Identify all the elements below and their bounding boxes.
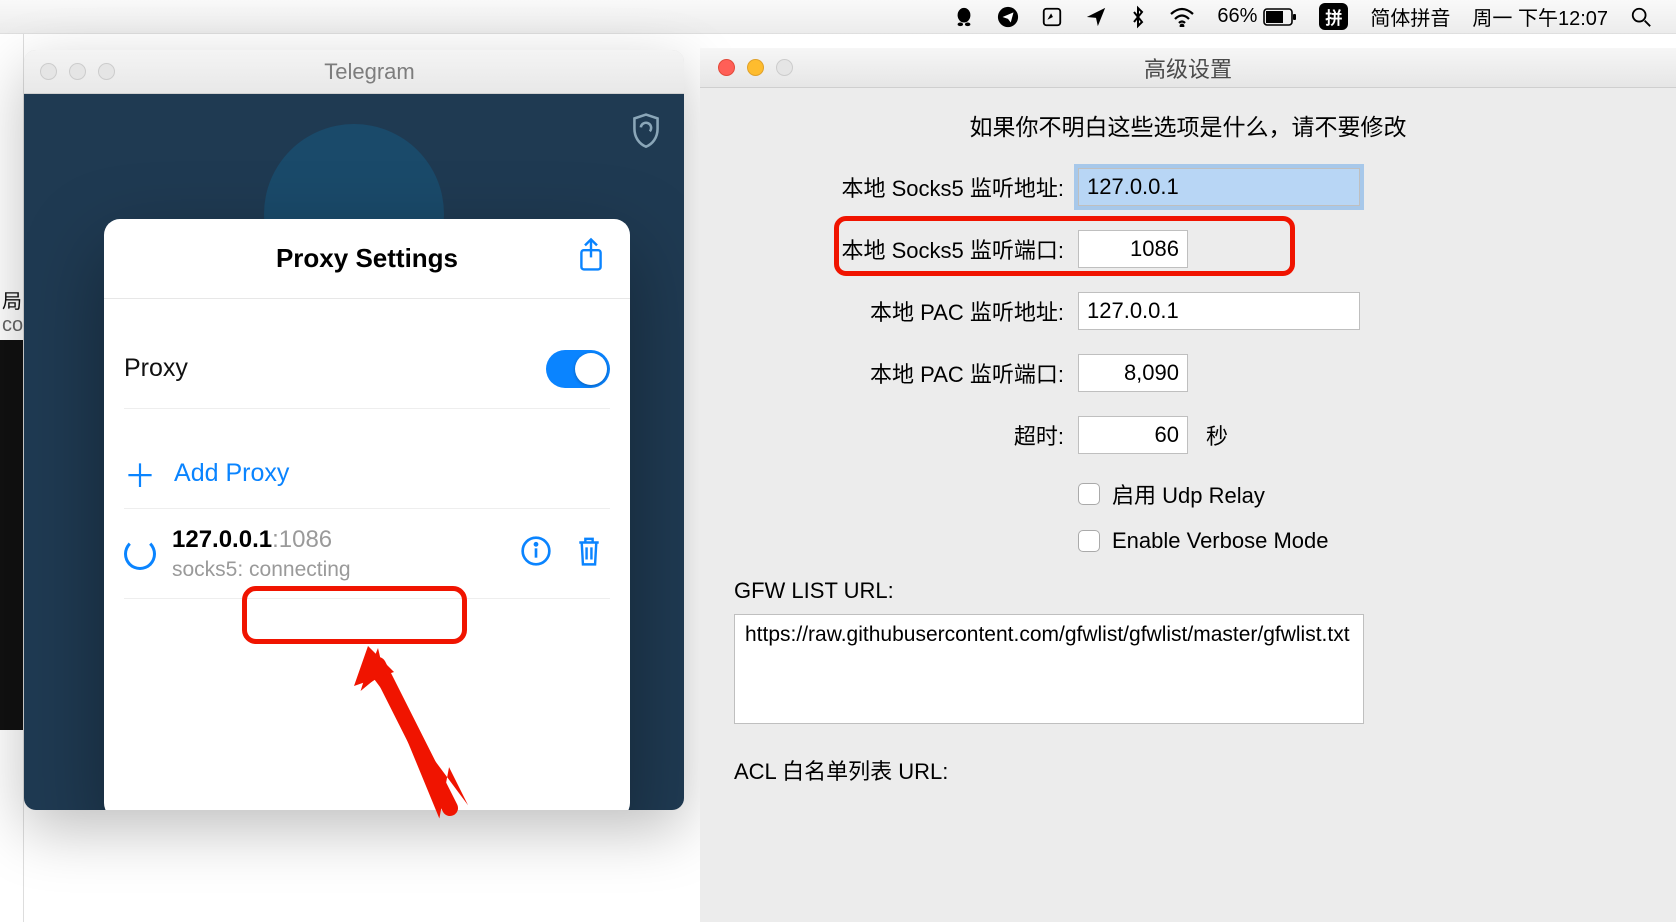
battery-percent: 66% [1217, 5, 1257, 28]
proxy-entry[interactable]: 127.0.0.1:1086 socks5: connecting [124, 509, 610, 599]
location-icon[interactable] [1085, 6, 1107, 28]
verbose-row[interactable]: Enable Verbose Mode [1078, 528, 1642, 554]
maximize-icon[interactable] [98, 63, 115, 80]
socks5-port-label: 本地 Socks5 监听端口: [734, 233, 1064, 265]
macos-menubar: 66% 拼 简体拼音 周一 下午12:07 [0, 0, 1676, 34]
add-proxy-label: Add Proxy [174, 459, 289, 488]
telegram-titlebar[interactable]: Telegram [24, 50, 684, 94]
proxy-entry-port: :1086 [272, 526, 332, 553]
ime-name[interactable]: 简体拼音 [1370, 2, 1450, 31]
telegram-body: Proxy Settings Proxy ＋ Add Proxy [24, 94, 684, 810]
advanced-settings-window: 高级设置 如果你不明白这些选项是什么，请不要修改 本地 Socks5 监听地址:… [700, 48, 1676, 922]
timeout-label: 超时: [734, 419, 1064, 451]
socks5-addr-label: 本地 Socks5 监听地址: [734, 171, 1064, 203]
socks5-addr-input[interactable] [1078, 168, 1360, 206]
proxy-settings-content: Proxy ＋ Add Proxy 127.0.0.1:1086 socks5:… [104, 299, 630, 599]
gfw-url-textarea[interactable] [734, 614, 1364, 724]
socks5-port-input[interactable] [1078, 230, 1188, 268]
verbose-label: Enable Verbose Mode [1112, 528, 1329, 554]
minimize-icon[interactable] [69, 63, 86, 80]
proxy-settings-header: Proxy Settings [104, 219, 630, 299]
share-icon[interactable] [576, 237, 606, 278]
shield-icon[interactable] [630, 112, 662, 153]
acl-section-label: ACL 白名单列表 URL: [734, 754, 1642, 786]
proxy-master-label: Proxy [124, 354, 188, 383]
udp-relay-row[interactable]: 启用 Udp Relay [1078, 478, 1642, 510]
battery-status[interactable]: 66% [1217, 5, 1297, 28]
spotlight-icon[interactable] [1630, 6, 1652, 28]
timeout-row: 超时: 秒 [734, 416, 1642, 454]
background-text-2: co [2, 314, 23, 337]
proxy-entry-status: socks5: connecting [172, 558, 504, 582]
proxy-toggle[interactable] [546, 350, 610, 388]
verbose-checkbox[interactable] [1078, 530, 1100, 552]
timeout-unit: 秒 [1206, 419, 1228, 451]
telegram-window-title: Telegram [115, 59, 684, 85]
socks5-addr-row: 本地 Socks5 监听地址: [734, 168, 1642, 206]
connecting-spinner-icon [124, 538, 156, 570]
timeout-input[interactable] [1078, 416, 1188, 454]
telegram-traffic-lights[interactable] [24, 63, 115, 80]
proxy-master-row: Proxy [124, 329, 610, 409]
pac-port-label: 本地 PAC 监听端口: [734, 357, 1064, 389]
proxy-settings-card: Proxy Settings Proxy ＋ Add Proxy [104, 219, 630, 810]
socks5-port-row: 本地 Socks5 监听端口: [734, 230, 1642, 268]
add-proxy-button[interactable]: ＋ Add Proxy [124, 439, 610, 509]
proxy-entry-host: 127.0.0.1 [172, 526, 272, 553]
qq-icon[interactable] [953, 6, 975, 28]
advanced-window-title: 高级设置 [700, 52, 1676, 84]
proxy-entry-address: 127.0.0.1:1086 [172, 526, 504, 554]
ime-badge[interactable]: 拼 [1319, 3, 1348, 30]
clock[interactable]: 周一 下午12:07 [1472, 2, 1608, 31]
bluetooth-icon[interactable] [1129, 5, 1147, 29]
telegram-window: Telegram Proxy Settings Proxy ＋ [24, 50, 684, 810]
screenshot-icon[interactable] [1041, 6, 1063, 28]
telegram-menubar-icon[interactable] [997, 6, 1019, 28]
udp-relay-label: 启用 Udp Relay [1112, 478, 1265, 510]
close-icon[interactable] [40, 63, 57, 80]
battery-icon [1263, 8, 1297, 26]
info-icon[interactable] [520, 535, 552, 572]
pac-addr-label: 本地 PAC 监听地址: [734, 295, 1064, 327]
advanced-warning: 如果你不明白这些选项是什么，请不要修改 [734, 108, 1642, 142]
wifi-icon[interactable] [1169, 7, 1195, 27]
plus-icon: ＋ [124, 451, 156, 497]
pac-addr-input[interactable] [1078, 292, 1360, 330]
background-dark-strip [0, 340, 23, 730]
background-window-edge: 局 co [0, 34, 24, 922]
advanced-titlebar[interactable]: 高级设置 [700, 48, 1676, 88]
proxy-settings-title: Proxy Settings [276, 243, 458, 274]
pac-port-row: 本地 PAC 监听端口: [734, 354, 1642, 392]
trash-icon[interactable] [574, 534, 604, 573]
udp-relay-checkbox[interactable] [1078, 483, 1100, 505]
gfw-section-label: GFW LIST URL: [734, 578, 1642, 604]
background-text-1: 局 [2, 285, 22, 314]
advanced-body: 如果你不明白这些选项是什么，请不要修改 本地 Socks5 监听地址: 本地 S… [700, 88, 1676, 816]
pac-port-input[interactable] [1078, 354, 1188, 392]
pac-addr-row: 本地 PAC 监听地址: [734, 292, 1642, 330]
